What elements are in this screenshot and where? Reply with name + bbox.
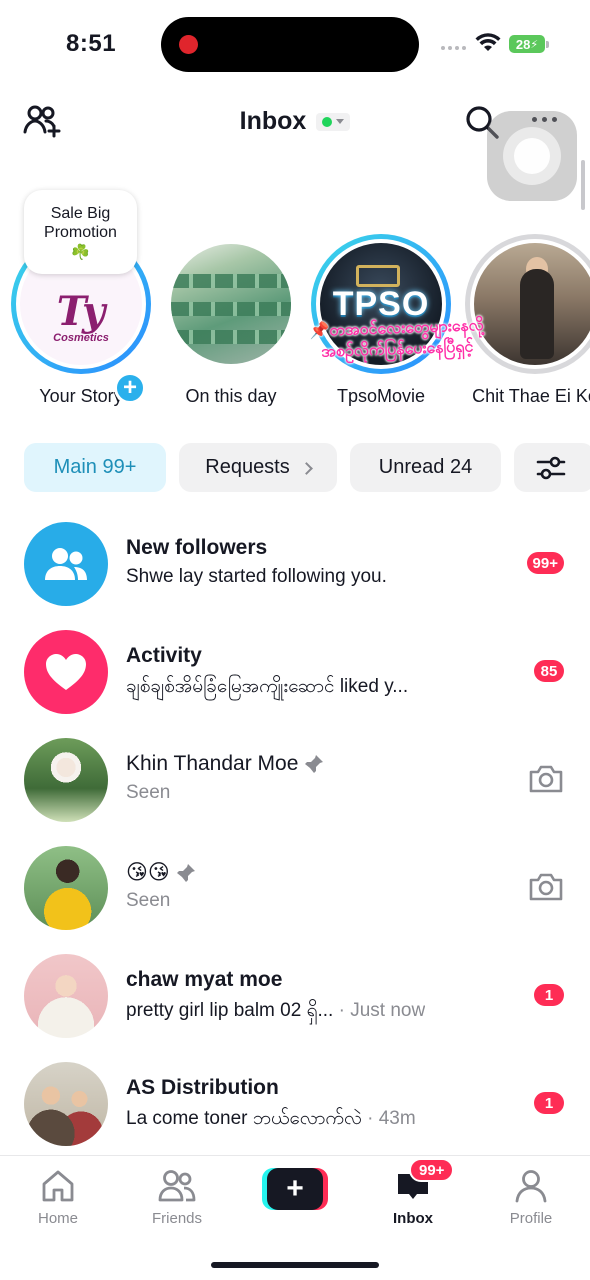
- story-name: On this day: [185, 386, 277, 406]
- brand-logo-text: Ty: [56, 288, 106, 335]
- note-line-2: Promotion: [44, 224, 117, 241]
- film-reel-icon: [356, 265, 400, 287]
- list-item-new-followers[interactable]: New followers Shwe lay started following…: [0, 508, 590, 616]
- avatar: [24, 630, 108, 714]
- home-icon: [42, 1170, 74, 1202]
- avatar: [24, 846, 108, 930]
- brand-logo-subtext: Cosmetics: [53, 332, 109, 344]
- conversation-title: New followers: [126, 536, 268, 559]
- nav-label: Friends: [151, 1210, 203, 1227]
- conversation-preview: La come toner ဘယ်လောက်လဲ: [126, 1108, 362, 1129]
- conversation-preview: Seen: [126, 782, 171, 803]
- online-status-dot-icon: [322, 116, 333, 127]
- conversation-title-wrap: 😘😘: [126, 860, 196, 885]
- recording-indicator-icon: [179, 35, 198, 54]
- nav-label: Profile: [509, 1210, 553, 1227]
- dynamic-island: [161, 17, 419, 72]
- wifi-icon: [475, 33, 501, 51]
- tab-requests-label: Requests: [205, 456, 290, 478]
- conversation-time: · Just now: [338, 1000, 426, 1021]
- camera-icon[interactable]: [528, 764, 564, 794]
- nav-home[interactable]: Home: [8, 1166, 108, 1227]
- conversation-title: AS Distribution: [126, 1076, 279, 1099]
- avatar: [24, 1062, 108, 1146]
- unread-count-badge: 1: [534, 1092, 564, 1114]
- clover-icon: ☘️: [71, 244, 90, 261]
- nav-icon-wrap: [481, 1166, 581, 1206]
- thumbnail-detail: [171, 274, 291, 288]
- story-name: Chit Thae Ei Ko: [472, 386, 590, 406]
- conversation-preview-wrap: pretty girl lip balm 02 ရှိ... · Just no…: [126, 998, 425, 1026]
- unread-count-badge: 1: [534, 984, 564, 1006]
- pin-icon: [176, 863, 195, 882]
- battery-indicator: 28 ⚡: [509, 35, 545, 53]
- nav-label: Inbox: [393, 1210, 433, 1227]
- profile-icon: [515, 1170, 547, 1203]
- followers-icon: [45, 548, 87, 580]
- unread-count-badge: 85: [534, 660, 564, 682]
- list-item-activity[interactable]: Activity ချစ်ချစ်အိမ်ခြံမြေအကျိုးဆောင် l…: [0, 616, 590, 724]
- avatar: [24, 522, 108, 606]
- chevron-down-icon: [336, 119, 345, 124]
- conversation-preview: pretty girl lip balm 02 ရှိ...: [126, 1000, 334, 1021]
- create-button[interactable]: +: [262, 1168, 328, 1210]
- list-item-khin-thandar-moe[interactable]: Khin Thandar Moe Seen: [0, 724, 590, 832]
- avatar: [24, 738, 108, 822]
- conversation-preview: ချစ်ချစ်အိမ်ခြံမြေအကျိုးဆောင် liked y...: [126, 676, 409, 697]
- story-name: TpsoMovie: [336, 386, 426, 406]
- conversation-title-wrap: Khin Thandar Moe: [126, 752, 324, 776]
- conversation-preview: Shwe lay started following you.: [126, 566, 387, 587]
- note-line-1: Sale Big: [50, 205, 111, 222]
- conversation-preview: Seen: [126, 890, 171, 911]
- status-time: 8:51: [66, 30, 117, 57]
- tab-requests[interactable]: Requests: [179, 443, 337, 492]
- message-list: New followers Shwe lay started following…: [0, 508, 590, 1156]
- inbox-filter-tabs: Main 99+ Requests Unread 24: [24, 443, 590, 492]
- conversation-preview-wrap: La come toner ဘယ်လောက်လဲ · 43m: [126, 1106, 416, 1134]
- friends-icon: [158, 1170, 196, 1202]
- story-on-this-day[interactable]: On this day: [156, 234, 306, 407]
- list-item-chaw-myat-moe[interactable]: chaw myat moe pretty girl lip balm 02 ရှ…: [0, 940, 590, 1048]
- filter-button[interactable]: [514, 443, 590, 492]
- online-status-toggle[interactable]: [316, 112, 351, 131]
- chevron-right-icon: [299, 461, 313, 475]
- filter-sliders-icon: [536, 456, 566, 479]
- nav-icon-wrap: [8, 1166, 108, 1206]
- story-note-bubble[interactable]: Sale Big Promotion ☘️: [24, 190, 137, 274]
- status-bar: 8:51 28 ⚡: [0, 0, 590, 90]
- camera-icon[interactable]: [528, 872, 564, 902]
- home-indicator: [211, 1262, 379, 1268]
- unread-count-badge: 99+: [526, 552, 564, 574]
- nav-label: Home: [37, 1210, 78, 1227]
- conversation-title: chaw myat moe: [126, 968, 283, 991]
- tab-unread[interactable]: Unread 24: [350, 443, 501, 492]
- battery-tip: [546, 41, 549, 48]
- pin-icon: [305, 755, 324, 773]
- conversation-title: 😘😘: [126, 861, 170, 884]
- cellular-signal-icon: [441, 46, 466, 50]
- conversation-title: Khin Thandar Moe: [126, 752, 299, 775]
- nav-profile[interactable]: Profile: [481, 1166, 581, 1227]
- heart-icon: [46, 654, 86, 690]
- list-item-as-distribution[interactable]: AS Distribution La come toner ဘယ်လောက်လဲ…: [0, 1048, 590, 1156]
- create-plus-icon: +: [267, 1168, 323, 1210]
- avatar: [24, 954, 108, 1038]
- nav-icon-wrap: [127, 1166, 227, 1206]
- assistive-touch-button[interactable]: [487, 111, 577, 201]
- inbox-notification-badge: 99+: [409, 1158, 455, 1182]
- tab-main[interactable]: Main 99+: [24, 443, 166, 492]
- conversation-time: · 43m: [367, 1108, 416, 1129]
- add-story-button[interactable]: +: [114, 372, 146, 404]
- list-item-emoji-contact[interactable]: 😘😘 Seen: [0, 832, 590, 940]
- stories-row: Ty Cosmetics + Your Story Sale Big Promo…: [0, 190, 590, 410]
- conversation-title: Activity: [126, 644, 202, 667]
- thumbnail-detail: [171, 302, 291, 316]
- page-title: Inbox: [239, 107, 307, 135]
- nav-friends[interactable]: Friends: [127, 1166, 227, 1227]
